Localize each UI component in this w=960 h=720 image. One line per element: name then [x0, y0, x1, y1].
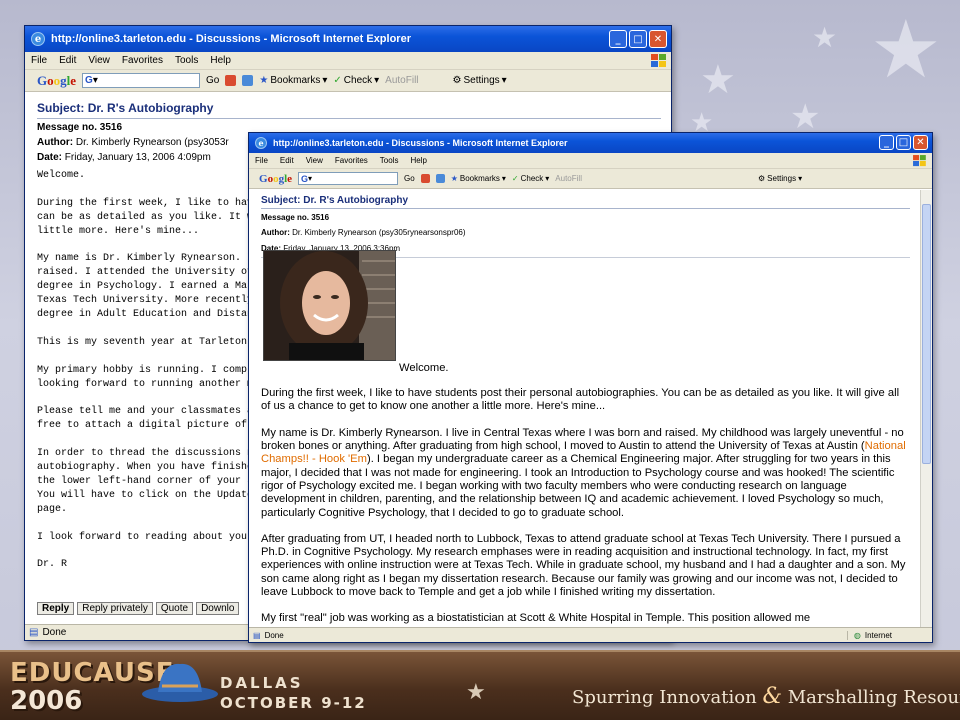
front-title-bar[interactable]: e http://online3.tarleton.edu - Discussi…: [249, 133, 932, 153]
check-button[interactable]: ✓ Check ▾: [512, 174, 549, 183]
quote-button[interactable]: Quote: [155, 602, 194, 615]
toolbar-icon[interactable]: [420, 174, 430, 183]
star-decoration: ★: [790, 97, 821, 137]
menu-file[interactable]: File: [249, 156, 274, 165]
page-icon: ▤: [29, 627, 39, 638]
front-browser-window: e http://online3.tarleton.edu - Discussi…: [248, 132, 933, 643]
status-text: Done: [42, 627, 67, 638]
windows-logo-icon: [911, 154, 926, 168]
minimize-button[interactable]: _: [609, 30, 627, 48]
message-subject: Subject: Dr. R's Autobiography: [37, 101, 661, 119]
back-window-title: http://online3.tarleton.edu - Discussion…: [51, 33, 411, 45]
back-google-toolbar: Google G ▾ Go ★ Bookmarks ▾ ✓ Check ▾ AutoFil…: [25, 70, 671, 92]
download-button[interactable]: Downlo: [196, 602, 240, 615]
conference-banner: EDUCAUSE 2006 Dallas October 9-12 ★ Spur…: [0, 650, 960, 720]
front-window-title: http://online3.tarleton.edu - Discussion…: [273, 138, 568, 148]
page-icon: ▤: [253, 630, 261, 640]
menu-favorites[interactable]: Favorites: [329, 156, 374, 165]
message-subject: Subject: Dr. R's Autobiography: [261, 194, 910, 209]
menu-favorites[interactable]: Favorites: [116, 55, 169, 66]
paragraph-2: My name is Dr. Kimberly Rynearson. I liv…: [261, 426, 906, 519]
conference-dates: October 9-12: [220, 694, 367, 712]
autofill-button[interactable]: AutoFill: [555, 174, 582, 183]
toolbar-icon[interactable]: [225, 75, 237, 86]
settings-button[interactable]: ⚙ Settings ▾: [758, 174, 802, 183]
paragraph-1: During the first week, I like to have st…: [261, 387, 900, 413]
star-decoration: ★: [812, 21, 838, 54]
star-decoration: ★: [466, 680, 486, 705]
close-button[interactable]: ✕: [649, 30, 667, 48]
front-menu-bar: File Edit View Favorites Tools Help: [249, 153, 932, 169]
cowboy-hat-icon: [140, 656, 220, 704]
star-decoration: ★: [700, 57, 736, 103]
front-google-toolbar: Google G ▾ Go ★ Bookmarks ▾ ✓ Check ▾ AutoFil…: [249, 169, 932, 189]
windows-logo-icon: [649, 53, 667, 69]
status-text: Done: [264, 630, 284, 640]
menu-tools[interactable]: Tools: [169, 55, 204, 66]
menu-edit[interactable]: Edit: [53, 55, 82, 66]
maximize-button[interactable]: □: [629, 30, 647, 48]
bookmarks-button[interactable]: ★ Bookmarks ▾: [259, 75, 327, 86]
ie-icon: e: [31, 32, 45, 46]
conference-city: Dallas: [220, 674, 304, 692]
globe-icon: ◍: [853, 630, 861, 640]
bookmarks-button[interactable]: ★ Bookmarks ▾: [451, 174, 506, 183]
ie-icon: e: [255, 137, 267, 149]
front-status-bar: ▤ Done ◍ Internet: [249, 627, 932, 642]
google-logo: Google: [259, 172, 293, 185]
toolbar-icon[interactable]: [435, 174, 445, 183]
conference-year: 2006: [10, 686, 83, 716]
menu-tools[interactable]: Tools: [374, 156, 405, 165]
minimize-button[interactable]: _: [879, 135, 894, 150]
autofill-button[interactable]: AutoFill: [385, 75, 418, 86]
vertical-scrollbar[interactable]: [920, 190, 932, 628]
message-number: Message no. 3516: [261, 213, 330, 222]
close-button[interactable]: ✕: [913, 135, 928, 150]
google-search-box[interactable]: G ▾: [82, 73, 201, 88]
go-button[interactable]: Go: [206, 75, 219, 86]
menu-file[interactable]: File: [25, 55, 53, 66]
menu-view[interactable]: View: [300, 156, 329, 165]
google-logo: Google: [37, 72, 77, 88]
toolbar-icon[interactable]: [242, 75, 254, 86]
menu-view[interactable]: View: [82, 55, 116, 66]
menu-help[interactable]: Help: [204, 55, 237, 66]
check-button[interactable]: ✓ Check ▾: [333, 75, 379, 86]
conference-tagline: Spurring Innovation & Marshalling Resour…: [572, 684, 960, 709]
reply-button[interactable]: Reply: [37, 602, 75, 615]
go-button[interactable]: Go: [404, 174, 415, 183]
author-photo: [263, 250, 396, 361]
internet-zone: ◍ Internet: [846, 630, 892, 640]
message-author: Author: Dr. Kimberly Rynearson (psy305ry…: [261, 228, 466, 238]
back-title-bar[interactable]: e http://online3.tarleton.edu - Discussi…: [25, 26, 671, 52]
paragraph-4: My first "real" job was working as a bio…: [261, 612, 811, 625]
maximize-button[interactable]: □: [896, 135, 911, 150]
welcome-text: Welcome.: [399, 361, 449, 374]
scrollbar-thumb[interactable]: [922, 204, 931, 464]
message-actions: Reply Reply privately Quote Downlo: [37, 602, 242, 615]
menu-edit[interactable]: Edit: [274, 156, 300, 165]
google-search-box[interactable]: G ▾: [298, 172, 399, 185]
menu-help[interactable]: Help: [404, 156, 432, 165]
settings-button[interactable]: ⚙ Settings ▾: [453, 75, 507, 86]
reply-privately-button[interactable]: Reply privately: [77, 602, 153, 615]
star-decoration: ★: [870, 3, 942, 96]
front-page-content: Subject: Dr. R's Autobiography Message n…: [249, 190, 920, 628]
back-menu-bar: File Edit View Favorites Tools Help: [25, 52, 671, 70]
paragraph-3: After graduating from UT, I headed north…: [261, 532, 906, 599]
